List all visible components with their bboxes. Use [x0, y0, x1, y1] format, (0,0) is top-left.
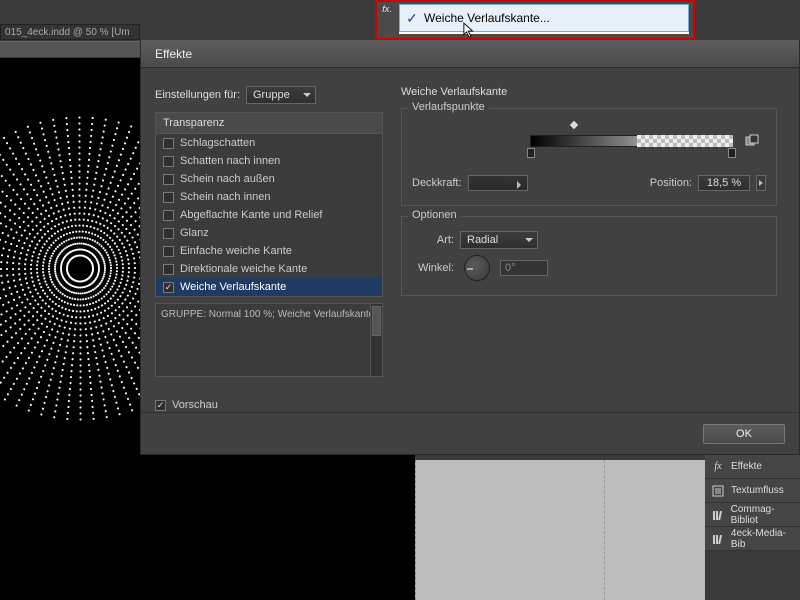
preview-label: Vorschau — [172, 399, 218, 411]
gradient-stop-right[interactable] — [728, 148, 736, 158]
effect-label: Einfache weiche Kante — [180, 245, 292, 257]
checkbox[interactable] — [163, 264, 174, 275]
effect-item[interactable]: Schatten nach innen — [156, 152, 382, 170]
settings-for-select[interactable]: Gruppe — [246, 86, 316, 104]
checkbox[interactable] — [163, 210, 174, 221]
effect-label: Abgeflachte Kante und Relief — [180, 209, 323, 221]
fx-menu-item-label: Weiche Verlaufskante... — [424, 11, 550, 25]
effect-item[interactable]: Schein nach außen — [156, 170, 382, 188]
checkbox[interactable] — [163, 192, 174, 203]
panel-label: 4eck-Media-Bib — [731, 528, 800, 550]
checkbox[interactable] — [163, 228, 174, 239]
panel-label: Effekte — [731, 461, 762, 472]
opacity-label: Deckkraft: — [412, 177, 462, 189]
effect-item[interactable]: Abgeflachte Kante und Relief — [156, 206, 382, 224]
panel-label: Commag-Bibliot — [731, 504, 800, 526]
gradient-editor[interactable] — [412, 121, 766, 169]
effect-item[interactable]: Schein nach innen — [156, 188, 382, 206]
fx-icon[interactable]: fx. — [377, 4, 397, 18]
check-icon: ✓ — [400, 10, 424, 27]
dialog-title: Effekte — [155, 47, 192, 61]
fx-menu-item-weiche-verlaufskante[interactable]: ✓ Weiche Verlaufskante... — [399, 4, 689, 32]
checkbox[interactable] — [163, 174, 174, 185]
angle-label: Winkel: — [412, 262, 454, 274]
page-area — [415, 460, 705, 600]
effect-label: Schein nach außen — [180, 173, 275, 185]
document-tab-label: 015_4eck.indd @ 50 % [Um — [5, 27, 130, 38]
chevron-right-icon — [758, 180, 764, 186]
position-stepper[interactable] — [756, 175, 766, 191]
panel-tab-commag-bibliothek[interactable]: Commag-Bibliot — [705, 503, 800, 527]
effect-label: Glanz — [180, 227, 209, 239]
options-legend: Optionen — [408, 209, 461, 221]
effect-label: Weiche Verlaufskante — [180, 281, 286, 293]
summary-text: GRUPPE: Normal 100 %; Weiche Verlaufskan… — [161, 309, 374, 320]
position-field[interactable]: 18,5 % — [698, 175, 750, 191]
panel-tab-textumfluss[interactable]: Textumfluss — [705, 479, 800, 503]
scrollbar-thumb[interactable] — [372, 306, 381, 336]
dialog-left-column: Einstellungen für: Gruppe Transparenz Sc… — [155, 80, 383, 411]
library-icon — [711, 532, 725, 546]
checkbox[interactable] — [163, 246, 174, 257]
effect-item[interactable]: Schlagschatten — [156, 134, 382, 152]
effects-list-header[interactable]: Transparenz — [156, 113, 382, 134]
effects-summary: GRUPPE: Normal 100 %; Weiche Verlaufskan… — [155, 303, 383, 377]
right-side-panels: fx Effekte Textumfluss Commag-Bibliot 4e… — [705, 455, 800, 551]
fx-icon: fx — [711, 460, 725, 474]
effect-label: Schatten nach innen — [180, 155, 280, 167]
fx-dropdown-callout: fx. ✓ Weiche Verlaufskante... — [375, 0, 695, 40]
settings-for-label: Einstellungen für: — [155, 89, 240, 101]
gradient-midpoint-icon[interactable] — [568, 119, 579, 130]
gradient-stops-legend: Verlaufspunkte — [408, 101, 489, 113]
horizontal-ruler — [0, 41, 140, 57]
document-tab[interactable]: 015_4eck.indd @ 50 % [Um — [0, 24, 140, 40]
options-group: Optionen Art: Radial Winkel: 0° — [401, 216, 777, 296]
gradient-stop-left[interactable] — [527, 148, 535, 158]
effect-item-selected[interactable]: Weiche Verlaufskante — [156, 278, 382, 296]
checkbox-checked[interactable] — [163, 282, 174, 293]
effects-dialog: Effekte Einstellungen für: Gruppe Transp… — [140, 40, 800, 455]
fx-dropdown-menu: ✓ Weiche Verlaufskante... — [399, 4, 689, 34]
preview-checkbox[interactable] — [155, 400, 166, 411]
effect-label: Schein nach innen — [180, 191, 271, 203]
gradient-transparency-icon — [637, 135, 733, 147]
dialog-footer: OK — [141, 412, 799, 454]
effect-item[interactable]: Einfache weiche Kante — [156, 242, 382, 260]
dialog-right-column: Weiche Verlaufskante Verlaufspunkte — [401, 80, 785, 411]
reverse-gradient-icon[interactable] — [744, 133, 760, 149]
effect-label: Schlagschatten — [180, 137, 255, 149]
textwrap-icon — [711, 484, 725, 498]
type-select[interactable]: Radial — [460, 231, 538, 249]
angle-field[interactable]: 0° — [500, 260, 548, 276]
panel-label: Textumfluss — [731, 485, 784, 496]
effect-label: Direktionale weiche Kante — [180, 263, 307, 275]
panel-tab-effekte[interactable]: fx Effekte — [705, 455, 800, 479]
type-label: Art: — [412, 234, 454, 246]
position-label: Position: — [650, 177, 692, 189]
checkbox[interactable] — [163, 156, 174, 167]
ok-button[interactable]: OK — [703, 424, 785, 444]
scrollbar[interactable] — [370, 304, 382, 376]
effects-list: Transparenz Schlagschatten Schatten nach… — [155, 112, 383, 297]
right-section-title: Weiche Verlaufskante — [401, 86, 777, 98]
gradient-stops-group: Verlaufspunkte Deckkraft: — [401, 108, 777, 206]
app-root: 015_4eck.indd @ 50 % [Um fx. ✓ Weiche Ve… — [0, 0, 800, 600]
effect-item[interactable]: Direktionale weiche Kante — [156, 260, 382, 278]
checkbox[interactable] — [163, 138, 174, 149]
panel-tab-4eck-media-bibliothek[interactable]: 4eck-Media-Bib — [705, 527, 800, 551]
opacity-slider[interactable] — [468, 175, 528, 191]
angle-dial[interactable] — [464, 255, 490, 281]
library-icon — [711, 508, 725, 522]
type-value: Radial — [467, 234, 498, 246]
effect-item[interactable]: Glanz — [156, 224, 382, 242]
dialog-title-bar[interactable]: Effekte — [141, 40, 799, 68]
settings-for-value: Gruppe — [253, 89, 290, 101]
